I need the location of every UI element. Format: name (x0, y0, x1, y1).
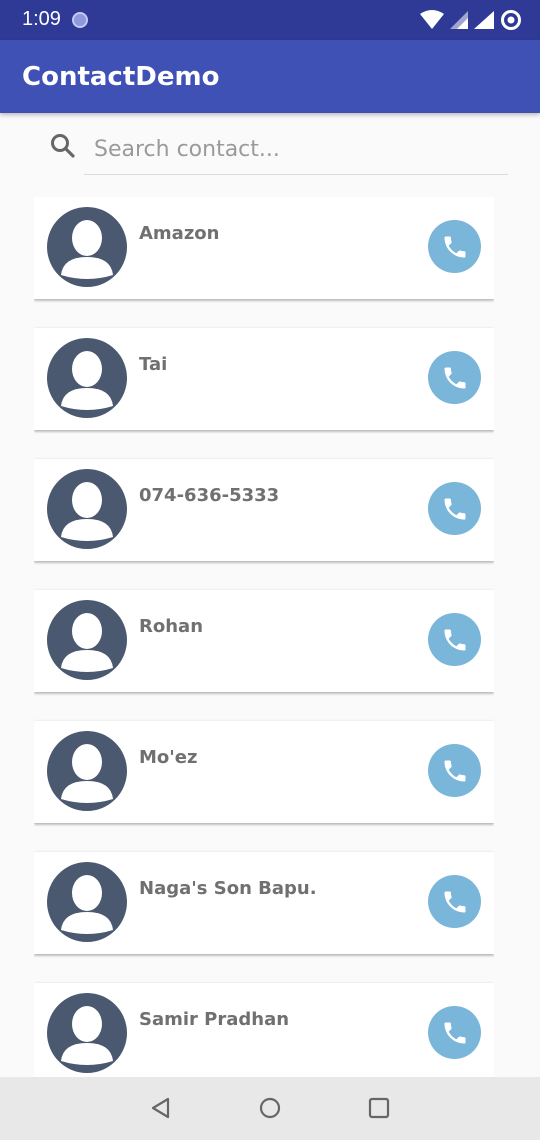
contact-card[interactable]: Rohan (34, 590, 494, 692)
contact-name: Rohan (139, 616, 204, 637)
avatar-icon (47, 338, 127, 418)
phone-icon (444, 629, 465, 650)
notification-dot-icon (72, 12, 88, 28)
navigation-bar (0, 1077, 540, 1140)
signal-icon (450, 11, 468, 29)
phone-icon (444, 236, 465, 257)
call-button[interactable] (428, 1006, 481, 1059)
call-button[interactable] (428, 875, 481, 928)
avatar-icon (47, 469, 127, 549)
status-time: 1:09 (22, 8, 61, 30)
avatar-icon (47, 731, 127, 811)
status-icons (420, 9, 522, 31)
app-title: ContactDemo (22, 62, 220, 92)
status-bar: 1:09 (0, 0, 540, 40)
search-bar (0, 113, 540, 183)
call-button[interactable] (428, 351, 481, 404)
contact-name: Amazon (139, 223, 220, 244)
call-button[interactable] (428, 220, 481, 273)
avatar-icon (47, 207, 127, 287)
back-icon[interactable] (148, 1095, 174, 1121)
phone-icon (444, 498, 465, 519)
contact-list: Amazon Tai 074-636-5333 Rohan Mo'ez Naga… (34, 197, 494, 1077)
phone-icon (444, 1022, 465, 1043)
contact-card[interactable]: Samir Pradhan (34, 983, 494, 1077)
contact-name: Samir Pradhan (139, 1009, 290, 1030)
avatar-icon (47, 993, 127, 1073)
avatar-icon (47, 862, 127, 942)
contact-card[interactable]: Mo'ez (34, 721, 494, 823)
signal-icon (474, 11, 494, 29)
app-bar: ContactDemo (0, 40, 540, 113)
call-button[interactable] (428, 744, 481, 797)
search-icon (51, 134, 75, 158)
search-input[interactable] (84, 125, 508, 175)
contact-card[interactable]: 074-636-5333 (34, 459, 494, 561)
contact-name: Tai (139, 354, 168, 375)
home-icon[interactable] (257, 1095, 283, 1121)
contact-name: 074-636-5333 (139, 485, 280, 506)
wifi-icon (420, 10, 444, 29)
contact-name: Mo'ez (139, 747, 198, 768)
phone-icon (444, 760, 465, 781)
phone-icon (444, 891, 465, 912)
call-button[interactable] (428, 482, 481, 535)
call-button[interactable] (428, 613, 481, 666)
recents-icon[interactable] (366, 1095, 392, 1121)
contact-card[interactable]: Naga's Son Bapu. (34, 852, 494, 954)
sync-icon (501, 10, 521, 30)
contact-name: Naga's Son Bapu. (139, 878, 317, 899)
contact-card[interactable]: Tai (34, 328, 494, 430)
avatar-icon (47, 600, 127, 680)
contact-card[interactable]: Amazon (34, 197, 494, 299)
phone-icon (444, 367, 465, 388)
